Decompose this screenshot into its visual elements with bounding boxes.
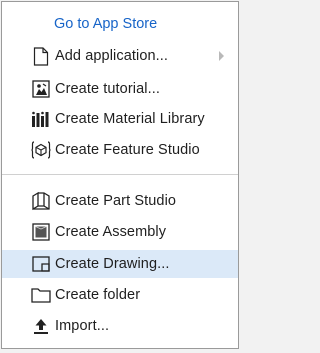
menu-item-create-drawing[interactable]: Create Drawing... xyxy=(2,250,238,278)
menu-item-label: Create folder xyxy=(55,287,141,303)
go-to-app-store-link[interactable]: Go to App Store xyxy=(54,16,157,32)
menu-item-create-folder[interactable]: Create folder xyxy=(2,281,238,309)
menu-item-label: Import... xyxy=(55,318,110,334)
menu-item-create-tutorial[interactable]: Create tutorial... xyxy=(2,75,238,103)
menu-item-create-material-library[interactable]: Create Material Library xyxy=(2,105,238,133)
menu-item-label: Create Material Library xyxy=(55,111,205,127)
context-menu: Go to App Store Add application... Creat… xyxy=(1,1,239,349)
drawing-icon xyxy=(31,254,51,274)
submenu-arrow-icon xyxy=(219,51,224,61)
menu-item-label: Create Part Studio xyxy=(55,193,177,209)
menu-item-import[interactable]: Import... xyxy=(2,312,238,340)
feature-studio-icon xyxy=(31,140,51,160)
menu-item-create-feature-studio[interactable]: Create Feature Studio xyxy=(2,136,238,164)
menu-item-label: Create tutorial... xyxy=(55,81,160,97)
menu-item-label: Add application... xyxy=(55,48,169,64)
document-icon xyxy=(31,46,51,66)
folder-icon xyxy=(31,285,51,305)
tutorial-icon xyxy=(31,79,51,99)
menu-item-create-assembly[interactable]: Create Assembly xyxy=(2,218,238,246)
menu-item-label: Create Assembly xyxy=(55,224,167,240)
part-studio-icon xyxy=(31,191,51,211)
menu-item-label: Create Drawing... xyxy=(55,256,170,272)
menu-item-label: Create Feature Studio xyxy=(55,142,200,158)
material-library-icon xyxy=(31,109,51,129)
menu-item-create-part-studio[interactable]: Create Part Studio xyxy=(2,187,238,215)
menu-divider xyxy=(2,174,238,175)
assembly-icon xyxy=(31,222,51,242)
menu-item-add-application[interactable]: Add application... xyxy=(2,42,238,70)
import-icon xyxy=(31,316,51,336)
